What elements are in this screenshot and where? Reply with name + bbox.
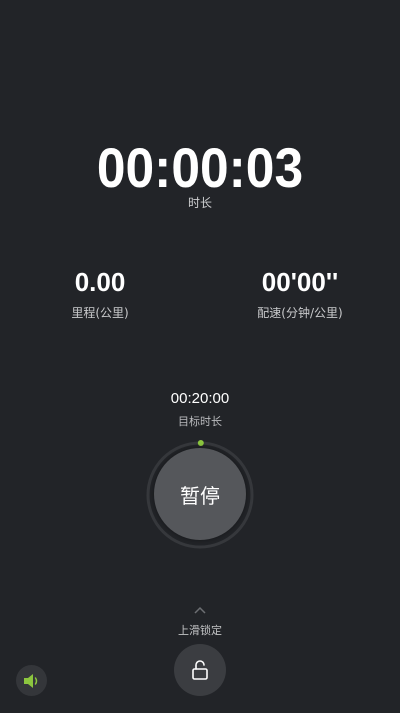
slide-to-lock-label: 上滑锁定 [178, 624, 222, 637]
elapsed-time-label: 时长 [187, 196, 212, 210]
goal-progress-indicator [197, 440, 204, 447]
elapsed-time: 00:00:03 [96, 136, 304, 199]
unlock-icon [192, 660, 208, 680]
pace-label: 配速(分钟/公里) [257, 306, 343, 320]
sound-toggle-button[interactable] [16, 665, 47, 696]
goal-duration-label: 目标时长 [178, 415, 222, 428]
pause-button[interactable]: 暂停 [154, 448, 246, 540]
distance-stat: 0.00 里程(公里) [0, 266, 200, 321]
goal-duration-value: 00:20:00 [170, 390, 230, 407]
pace-value: 00'00'' [261, 267, 339, 297]
speaker-icon [23, 673, 37, 688]
lock-button[interactable] [174, 644, 226, 696]
chevron-up-icon [194, 606, 206, 614]
distance-value: 0.00 [74, 267, 126, 297]
distance-label: 里程(公里) [71, 306, 129, 320]
workout-screen: 00:00:03 时长 0.00 里程(公里) 00'00'' 配速(分钟/公里… [0, 0, 400, 713]
pace-stat: 00'00'' 配速(分钟/公里) [200, 266, 400, 321]
